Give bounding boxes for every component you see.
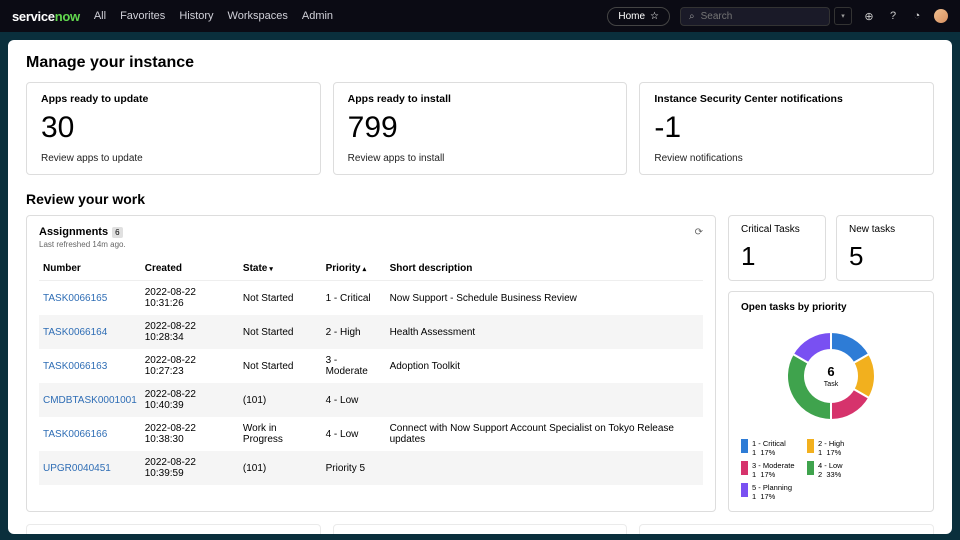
assignments-title: Assignments	[39, 226, 108, 238]
chevron-down-icon: ▾	[269, 266, 273, 273]
task-link[interactable]: CMDBTASK0001001	[43, 395, 137, 406]
assignments-panel: Assignments 6 ⟳ Last refreshed 14m ago. …	[26, 215, 716, 512]
legend-item[interactable]: 2 - High1 17%	[807, 439, 863, 457]
chart-legend: 1 - Critical1 17% 2 - High1 17% 3 - Modera…	[741, 439, 921, 501]
help-icon[interactable]: ?	[886, 9, 900, 23]
bell-icon[interactable]: ◔	[910, 9, 924, 23]
critical-title: Critical Tasks	[741, 224, 813, 235]
chevron-up-icon: ▴	[363, 266, 367, 273]
newtasks-value: 5	[849, 241, 921, 272]
top-nav: All Favorites History Workspaces Admin	[94, 10, 333, 22]
card-link[interactable]: Review apps to update	[41, 153, 306, 164]
chart-title: Open tasks by priority	[741, 302, 921, 313]
donut-chart: 6 Task	[776, 321, 886, 431]
table-row[interactable]: TASK00661652022-08-22 10:31:26Not Starte…	[39, 281, 703, 316]
svg-text:Task: Task	[824, 381, 839, 388]
col-state[interactable]: State▾	[239, 257, 322, 281]
avatar[interactable]	[934, 9, 948, 23]
summary-card[interactable]: Apps ready to update 30 Review apps to upd…	[26, 82, 321, 175]
col-number[interactable]: Number	[39, 257, 141, 281]
card-title: Apps ready to install	[348, 93, 613, 105]
card-link[interactable]: Review apps to install	[348, 153, 613, 164]
bottom-card[interactable]: Favorites	[333, 524, 628, 534]
nav-all[interactable]: All	[94, 10, 106, 22]
bottom-card[interactable]: Requests	[639, 524, 934, 534]
svg-text:6: 6	[827, 364, 834, 379]
assignments-table: Number Created State▾ Priority▴ Short de…	[39, 257, 703, 485]
search-input[interactable]	[701, 11, 791, 22]
legend-item[interactable]: 5 - Planning1 17%	[741, 483, 797, 501]
nav-admin[interactable]: Admin	[302, 10, 333, 22]
table-row[interactable]: UPGR00404512022-08-22 10:39:59(101)Prior…	[39, 451, 703, 485]
card-link[interactable]: Review notifications	[654, 153, 919, 164]
summary-card[interactable]: Instance Security Center notifications -1…	[639, 82, 934, 175]
card-value: -1	[654, 111, 919, 145]
task-link[interactable]: TASK0066164	[43, 327, 107, 338]
assignments-count-badge: 6	[112, 227, 122, 238]
nav-history[interactable]: History	[179, 10, 213, 22]
bottom-card[interactable]: Open tasks by age	[26, 524, 321, 534]
legend-item[interactable]: 1 - Critical1 17%	[741, 439, 797, 457]
task-link[interactable]: TASK0066166	[43, 429, 107, 440]
col-priority[interactable]: Priority▴	[322, 257, 386, 281]
task-link[interactable]: TASK0066163	[43, 361, 107, 372]
critical-value: 1	[741, 241, 813, 272]
last-refreshed: Last refreshed 14m ago.	[39, 240, 703, 249]
summary-card[interactable]: Apps ready to install 799 Review apps to i…	[333, 82, 628, 175]
brand-logo[interactable]: servicenow	[12, 9, 80, 24]
refresh-icon[interactable]: ⟳	[695, 227, 703, 238]
task-link[interactable]: UPGR0040451	[43, 463, 111, 474]
newtasks-title: New tasks	[849, 224, 921, 235]
legend-item[interactable]: 4 - Low2 33%	[807, 461, 863, 479]
home-pill[interactable]: Home ☆	[607, 7, 670, 26]
star-icon: ☆	[650, 11, 659, 22]
legend-item[interactable]: 3 - Moderate1 17%	[741, 461, 797, 479]
nav-favorites[interactable]: Favorites	[120, 10, 165, 22]
critical-tasks-card[interactable]: Critical Tasks 1	[728, 215, 826, 281]
search-scope-dropdown[interactable]: ▾	[834, 7, 852, 25]
table-row[interactable]: TASK00661632022-08-22 10:27:23Not Starte…	[39, 349, 703, 383]
table-row[interactable]: TASK00661662022-08-22 10:38:30Work in Pr…	[39, 417, 703, 451]
card-title: Instance Security Center notifications	[654, 93, 919, 105]
search-icon: ⌕	[689, 11, 695, 22]
card-value: 30	[41, 111, 306, 145]
home-label: Home	[618, 11, 645, 22]
col-desc[interactable]: Short description	[386, 257, 703, 281]
page-title: Manage your instance	[26, 54, 934, 72]
col-created[interactable]: Created	[141, 257, 239, 281]
table-row[interactable]: TASK00661642022-08-22 10:28:34Not Starte…	[39, 315, 703, 349]
globe-icon[interactable]: ⊕	[862, 9, 876, 23]
nav-workspaces[interactable]: Workspaces	[228, 10, 288, 22]
priority-chart-card: Open tasks by priority 6 Task 1 - Critica…	[728, 291, 934, 512]
review-title: Review your work	[26, 191, 934, 207]
task-link[interactable]: TASK0066165	[43, 293, 107, 304]
table-row[interactable]: CMDBTASK00010012022-08-22 10:40:39(101)4…	[39, 383, 703, 417]
card-value: 799	[348, 111, 613, 145]
new-tasks-card[interactable]: New tasks 5	[836, 215, 934, 281]
card-title: Apps ready to update	[41, 93, 306, 105]
search-box[interactable]: ⌕	[680, 7, 830, 26]
